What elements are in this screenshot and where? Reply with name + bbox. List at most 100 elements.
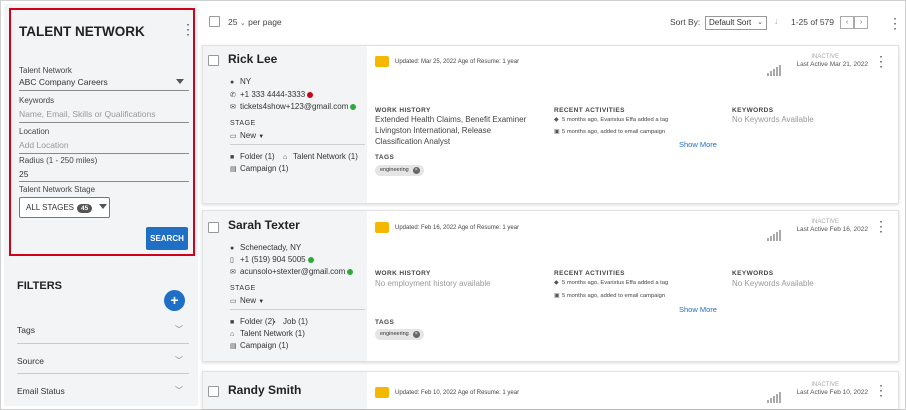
candidate-name[interactable]: Rick Lee [228,52,277,66]
per-page-select[interactable]: 25 ⌄ per page [228,17,282,27]
candidate-menu-icon[interactable]: ⋮ [874,54,888,68]
work-history-label: WORK HISTORY [375,107,431,114]
phone-invalid-icon [307,91,314,98]
divider [19,153,189,154]
radius-label: Radius (1 - 250 miles) [19,156,98,165]
sort-by-label: Sort By: [670,17,701,27]
filter-tags[interactable]: Tags ﹀ [17,325,189,335]
filter-label: Tags [17,325,35,335]
radius-input[interactable]: 25 [19,169,28,179]
work-history-line: Classification Analyst [375,137,451,146]
remove-tag-icon[interactable]: × [412,331,420,338]
candidate-email[interactable]: ✉ tickets4show+123@gmail.com [230,102,357,111]
tag-chip: engineering × [375,329,424,340]
filter-source[interactable]: Source ﹀ [17,356,189,366]
divider [17,373,189,374]
campaign-icon: ▤ [230,166,237,173]
sort-select[interactable]: Default Sort ⌄ [705,16,767,30]
divider [230,309,365,310]
resume-updated: Updated: Feb 16, 2022 Age of Resume: 1 y… [375,222,519,233]
keywords-input[interactable]: Name, Email, Skills or Qualifications [19,109,156,119]
filter-label: Source [17,356,44,366]
tags-label: TAGS [375,319,395,326]
remove-tag-icon[interactable]: × [412,167,420,174]
email-campaign-icon: ▣ [554,129,560,135]
add-filter-button[interactable]: + [164,290,185,311]
activity-item: ▣ 5 months ago, added to email campaign [554,129,666,135]
chevron-down-icon: ﹀ [175,356,183,365]
next-page-button[interactable]: › [854,16,868,29]
chevron-down-icon[interactable] [176,79,184,84]
divider [17,343,189,344]
candidate-info-panel [203,211,367,361]
job-count[interactable]: ▪ Job (1) [273,317,308,326]
campaign-icon: ▤ [230,343,237,350]
keywords-label: Keywords [19,96,55,105]
activity-level-icon [767,385,782,403]
location-label: Location [19,127,50,136]
folder-icon: ■ [230,319,235,326]
mobile-phone-icon: ▯ [230,257,234,264]
candidate-checkbox[interactable] [208,222,219,233]
talent-network-select[interactable]: ABC Company Careers [19,77,108,87]
show-more-link[interactable]: Show More [679,305,717,314]
folder-count[interactable]: ■ Folder (1) [230,152,275,161]
chevron-down-icon: ﹀ [175,386,183,395]
sort-direction-icon[interactable]: ↓ [774,16,779,26]
show-more-link[interactable]: Show More [679,140,717,149]
candidate-checkbox[interactable] [208,55,219,66]
campaign-count[interactable]: ▤ Campaign (1) [230,164,288,173]
toolbar-menu-icon[interactable]: ⋮ [888,16,902,30]
stage-dropdown[interactable]: ▭ New ▼ [230,296,264,305]
keywords-value: No Keywords Available [732,115,814,124]
candidate-checkbox[interactable] [208,386,219,397]
location-input[interactable]: Add Location [19,140,69,150]
stage-dropdown[interactable]: ▭ New ▼ [230,131,264,140]
phone-icon: ✆ [230,92,236,99]
candidate-location: ● NY [230,77,252,86]
candidate-info-panel [203,46,367,203]
candidate-menu-icon[interactable]: ⋮ [874,383,888,397]
candidate-name[interactable]: Randy Smith [228,383,301,397]
tag-icon: ◆ [554,280,559,286]
per-page-value: 25 [228,17,238,27]
last-active: Last Active Feb 10, 2022 [796,389,868,396]
status-badge: INACTIVE [811,54,839,60]
panel-menu-icon[interactable]: ⋮ [181,22,195,36]
talent-network-count[interactable]: ⌂ Talent Network (1) [283,152,358,161]
search-button[interactable]: SEARCH [146,227,188,250]
filters-title: FILTERS [17,280,63,292]
work-history-label: WORK HISTORY [375,270,431,277]
keywords-label: KEYWORDS [732,270,774,277]
divider [230,144,365,145]
prev-page-button[interactable]: ‹ [840,16,854,29]
campaign-count[interactable]: ▤ Campaign (1) [230,341,288,350]
activity-item: ◆ 5 months ago, Evaristus Effa added a ta… [554,117,669,123]
candidate-name[interactable]: Sarah Texter [228,218,300,232]
stage-label: STAGE [230,285,256,292]
stage-icon: ▭ [230,133,237,140]
network-icon: ⌂ [230,331,235,338]
candidate-card[interactable]: Rick Lee ● NY ✆ +1 333 4444-3333 ✉ tickets4… [202,45,899,204]
resume-icon[interactable] [375,387,389,398]
stage-label: Talent Network Stage [19,185,96,194]
candidate-email[interactable]: ✉ acunsolo+stexter@gmail.com [230,267,354,276]
work-history-line: No employment history available [375,279,491,288]
activity-item: ▣ 5 months ago, added to email campaign [554,293,666,299]
candidate-card[interactable]: Sarah Texter ● Schenectady, NY ▯ +1 (519) … [202,210,899,362]
resume-icon[interactable] [375,56,389,67]
candidate-menu-icon[interactable]: ⋮ [874,219,888,233]
last-active: Last Active Feb 16, 2022 [796,226,868,233]
resume-icon[interactable] [375,222,389,233]
talent-network-count[interactable]: ⌂ Talent Network (1) [230,329,305,338]
filter-email-status[interactable]: Email Status ﹀ [17,386,189,396]
stage-select-value: ALL STAGES [26,203,75,212]
last-active: Last Active Mar 21, 2022 [796,61,868,68]
select-all-checkbox[interactable] [209,16,220,27]
folder-count[interactable]: ■ Folder (2) [230,317,275,326]
candidate-card[interactable]: Randy Smith Updated: Feb 10, 2022 Age of… [202,371,899,409]
stage-select[interactable]: ALL STAGES 45 [19,197,110,218]
activity-level-icon [767,58,782,76]
chevron-down-icon: ﹀ [175,325,183,334]
network-icon: ⌂ [283,154,288,161]
